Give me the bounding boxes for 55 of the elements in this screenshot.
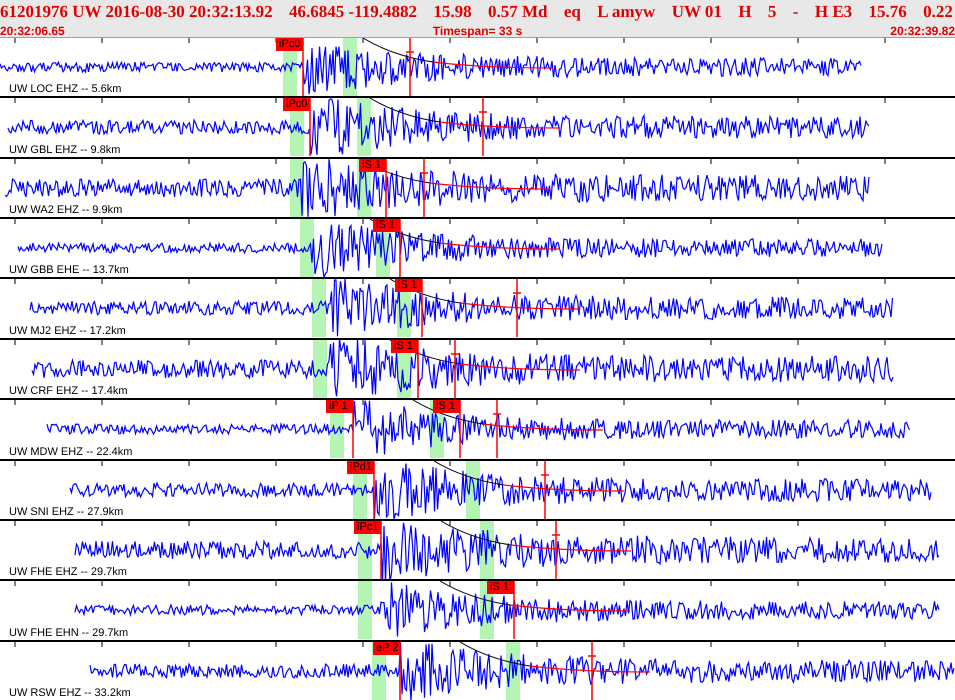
event-field: 5 [768,0,776,25]
coda-decay-curve [362,38,434,62]
event-field: eq [564,0,581,25]
amplitude-pick-marker [587,642,597,700]
pick-window-band [358,581,372,640]
amplitude-pick-marker [512,279,522,338]
amplitude-pick-marker [478,98,488,156]
amplitude-pick-marker [405,38,415,96]
pick-line [380,520,382,579]
pick-window-band [300,219,314,278]
event-field: H [738,0,752,25]
phase-pick-flag[interactable]: iS 1 [487,581,514,594]
event-field: 46.6845 -119.4882 [289,0,417,25]
phase-pick-flag[interactable]: iPc0 [283,98,310,112]
phase-pick-flag[interactable]: iPc1 [354,520,381,534]
amplitude-pick-marker [540,460,550,519]
phase-pick-flag[interactable]: iS 1 [391,340,418,353]
timespan-label: Timespan= 33 s [432,22,522,40]
pick-window-band [313,340,327,398]
station-label: UW LOC EHZ -- 5.6km [9,83,122,96]
event-field: 15.98 [433,0,472,25]
pick-line [302,38,304,96]
pick-line [513,581,515,640]
pick-line [373,460,375,519]
phase-pick-flag[interactable]: iS 1 [359,158,386,172]
phase-pick-flag[interactable]: iS 1 [433,400,460,414]
phase-pick-flag[interactable]: iS 1 [373,219,400,232]
pick-line [352,400,354,458]
amplitude-pick-marker [492,400,502,458]
end-time: 20:32:39.82 [890,22,955,40]
phase-pick-flag[interactable]: eP 2 [373,642,400,655]
event-field: 61201976 UW 2016-08-30 20:32:13.92 [0,0,273,25]
event-field: 0.22 [923,0,953,25]
pick-line [417,340,419,398]
phase-pick-flag[interactable]: iS 1 [395,279,422,292]
event-field: H E3 [814,0,852,25]
pick-line [385,158,387,217]
pick-line [459,400,461,458]
pick-line [399,219,401,278]
event-field: - [792,0,798,25]
phase-pick-flag[interactable]: iPd1 [347,460,374,474]
event-field: L amyw [597,0,656,25]
pick-line [421,279,423,338]
pick-line [399,642,401,700]
amplitude-pick-marker [551,520,561,579]
event-field: 0.57 Md [488,0,548,25]
event-field: 15.76 [868,0,907,25]
pick-window-band [312,279,326,338]
pick-line [309,98,311,156]
phase-pick-flag[interactable]: iP 1 [326,400,353,414]
event-field: UW 01 [672,0,722,25]
amplitude-pick-marker [419,158,429,217]
amplitude-pick-marker [450,340,460,398]
start-time: 20:32:06.65 [0,22,65,40]
phase-pick-flag[interactable]: iPc0 [276,38,303,51]
